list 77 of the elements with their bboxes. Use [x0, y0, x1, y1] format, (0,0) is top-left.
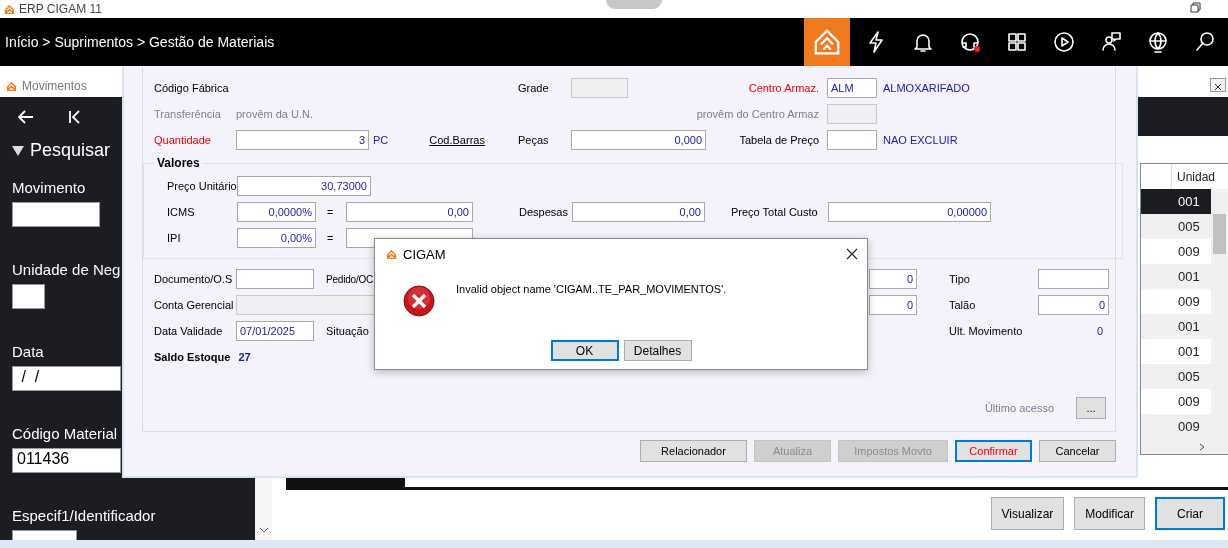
field-label: Documento/O.S: [154, 273, 233, 285]
input-field[interactable]: 07/01/2025: [236, 321, 314, 341]
error-message: Invalid object name 'CIGAM..TE_PAR_MOVIMENTOS'.: [456, 283, 727, 295]
field-label: Ult. Movimento: [949, 325, 1023, 337]
input-field[interactable]: 0,00000: [828, 202, 991, 222]
input-field[interactable]: 3: [236, 130, 369, 150]
unit-label: PC: [373, 134, 389, 146]
input-field[interactable]: 30,73000: [237, 176, 371, 196]
dialog-title: CIGAM: [403, 246, 446, 262]
field-label: Situação: [326, 325, 369, 337]
input-field[interactable]: 0,0000%: [237, 202, 316, 222]
field-label: Código Fábrica: [154, 82, 229, 94]
input-field[interactable]: / /: [12, 366, 121, 391]
field-label: Preço Total Custo: [731, 206, 818, 218]
input-field[interactable]: ALM: [827, 78, 877, 98]
field-label: Tabela de Preço: [739, 134, 819, 146]
barcode-link[interactable]: Cod.Barras: [429, 134, 485, 146]
table-row[interactable]: 009: [1141, 414, 1211, 439]
field-label: ICMS: [167, 206, 195, 218]
action-button[interactable]: Visualizar: [990, 497, 1065, 530]
input-field[interactable]: 0,00%: [237, 228, 316, 248]
table-row[interactable]: 001: [1141, 339, 1211, 364]
input-field[interactable]: 0: [869, 295, 917, 315]
field-label: Transferência: [154, 108, 221, 120]
field-label: Tipo: [949, 273, 970, 285]
equals-sign: =: [327, 232, 334, 244]
field-label: Conta Gerencial: [154, 299, 234, 311]
input-field[interactable]: 0,000: [571, 130, 706, 150]
field-label: Preço Unitário: [167, 180, 237, 192]
section-title: Pesquisar: [30, 140, 111, 161]
dialog-button[interactable]: Detalhes: [623, 340, 692, 361]
table-row[interactable]: 005: [1141, 214, 1211, 239]
field-label: Data: [12, 343, 44, 360]
field-label: Grade: [518, 82, 549, 94]
window-title: Movimentos: [22, 79, 87, 93]
field-label: Último acesso: [984, 402, 1054, 414]
field-value: 0: [1096, 325, 1103, 337]
field-value: 27: [238, 351, 251, 363]
field-label: IPI: [167, 232, 181, 244]
field-label: Pedido/OC: [326, 274, 374, 285]
input-field[interactable]: 011436: [12, 448, 121, 473]
input-field[interactable]: 0: [1038, 295, 1109, 315]
field-note: provêm da U.N.: [236, 108, 314, 120]
equals-sign: =: [327, 206, 334, 218]
breadcrumb: Início > Suprimentos > Gestão de Materiais: [4, 34, 276, 50]
field-label: provêm do Centro Armaz: [696, 108, 819, 120]
action-button[interactable]: Modificar: [1074, 497, 1145, 530]
field-label: Código Material: [12, 425, 118, 442]
field-value: ALMOXARIFADO: [883, 82, 970, 94]
field-label: Peças: [518, 134, 549, 146]
field-label: Movimento: [12, 179, 86, 196]
table-row[interactable]: 009: [1141, 289, 1211, 314]
table-row[interactable]: 001: [1141, 314, 1211, 339]
group-title: Valores: [156, 156, 201, 170]
field-value: NAO EXCLUIR: [883, 134, 958, 146]
table-row[interactable]: 009: [1141, 239, 1211, 264]
table-row[interactable]: 005: [1141, 364, 1211, 389]
input-field[interactable]: 0,00: [572, 202, 705, 222]
field-label: Talão: [949, 299, 976, 311]
field-label: Unidade de Neg: [12, 261, 121, 278]
dialog-button[interactable]: OK: [550, 340, 619, 361]
input-field[interactable]: 0: [869, 269, 917, 289]
action-button[interactable]: Criar: [1155, 497, 1225, 530]
field-label: Saldo Estoque: [154, 351, 231, 363]
field-label: Data Validade: [154, 325, 223, 337]
field-label: Despesas: [519, 206, 568, 218]
field-label: Quantidade: [154, 134, 211, 146]
action-button[interactable]: Cancelar: [1039, 440, 1116, 462]
table-row[interactable]: 001: [1141, 189, 1211, 214]
more-button[interactable]: ...: [1076, 397, 1106, 419]
input-field[interactable]: 0,00: [346, 202, 473, 222]
field-label: Centro Armaz.: [748, 82, 819, 94]
field-label: Especif1/Identificador: [12, 507, 156, 524]
app-title: ERP CIGAM 11: [19, 2, 102, 16]
table-row[interactable]: 009: [1141, 389, 1211, 414]
action-button[interactable]: Relacionador: [640, 440, 747, 462]
table-row[interactable]: 001: [1141, 264, 1211, 289]
